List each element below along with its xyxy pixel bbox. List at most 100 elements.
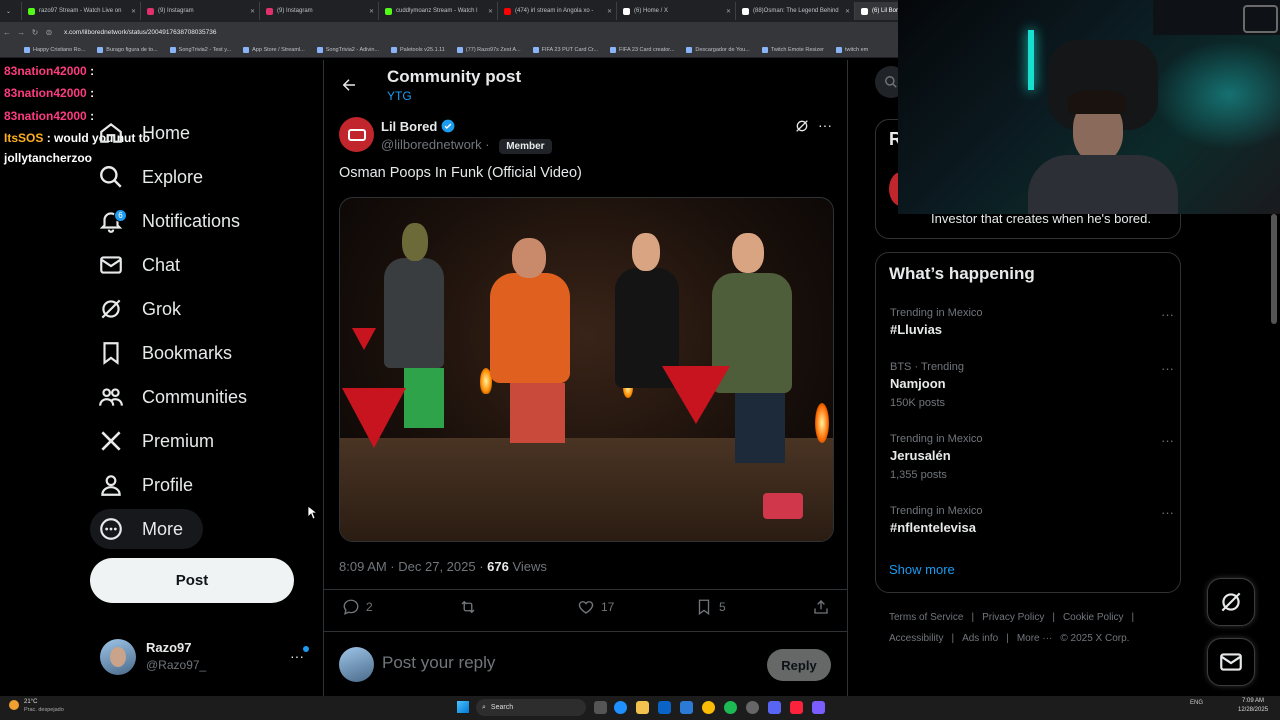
tab-close-icon[interactable]: ✕ [369, 8, 374, 15]
browser-tab[interactable]: (474) irl stream in Angola xo - ✕ [498, 2, 617, 20]
post-more-icon[interactable]: ··· [818, 117, 832, 133]
bookmark-item[interactable]: SongTrivia2 - Test y... [169, 46, 231, 53]
browser-tab[interactable]: (88)Osman: The Legend Behind ✕ [736, 2, 855, 20]
sidebar-item-profile[interactable]: Profile [98, 465, 193, 505]
bookmark-item[interactable]: Twitch Emote Resizer [761, 46, 824, 53]
trend-count: 150K posts [890, 397, 946, 409]
messages-floating-button[interactable] [1207, 638, 1255, 686]
community-link[interactable]: YTG [387, 89, 412, 103]
bookmark-item[interactable]: FIFA 23 Card creator... [610, 46, 674, 53]
scrollbar-thumb[interactable] [1271, 214, 1277, 324]
chrome-icon[interactable] [702, 701, 715, 714]
bookmark-item[interactable]: Paletools v25.1.11 [391, 46, 445, 53]
post-time[interactable]: 8:09 AM · Dec 27, 2025 · [339, 559, 487, 574]
author-name[interactable]: Lil Bored [381, 119, 437, 134]
sidebar-item-home[interactable]: Home [98, 113, 190, 153]
reload-icon[interactable]: ↻ [28, 28, 42, 37]
browser-tab[interactable]: cuddlymoanz Stream - Watch l ✕ [379, 2, 498, 20]
grok-floating-button[interactable] [1207, 578, 1255, 626]
trend-more-icon[interactable]: ··· [1161, 307, 1174, 322]
obs-icon[interactable] [746, 701, 759, 714]
sidebar-item-communities[interactable]: Communities [98, 377, 247, 417]
tab-search-button[interactable]: ⌄ [0, 2, 22, 20]
taskbar-search[interactable]: ⌕ Search [476, 699, 586, 716]
footer-link[interactable]: Accessibility [889, 633, 943, 644]
trend-item[interactable]: BTS · Trending Namjoon 150K posts ··· [890, 361, 1174, 409]
file-explorer-icon[interactable] [636, 701, 649, 714]
task-view-icon[interactable] [594, 701, 607, 714]
bookmark-favicon-icon [610, 46, 617, 53]
bookmark-item[interactable]: FIFA 23 PUT Card Cr... [532, 46, 598, 53]
sidebar-item-notifications[interactable]: 6 Notifications [98, 201, 240, 241]
grok-icon[interactable] [794, 118, 810, 134]
reply-input[interactable]: Post your reply [382, 653, 495, 673]
post-video[interactable] [339, 197, 834, 542]
store-icon[interactable] [658, 701, 671, 714]
post-button[interactable]: Post [90, 558, 294, 603]
trend-more-icon[interactable]: ··· [1161, 505, 1174, 520]
spotify-icon[interactable] [724, 701, 737, 714]
home-icon [98, 120, 124, 146]
app-icon[interactable] [812, 701, 825, 714]
like-action[interactable]: 17 [577, 598, 614, 616]
bookmark-item[interactable]: Happy Cristiano Ro... [24, 46, 85, 53]
sidebar-item-grok[interactable]: Grok [98, 289, 181, 329]
tab-close-icon[interactable]: ✕ [607, 8, 612, 15]
browser-tab[interactable]: (6) Home / X ✕ [617, 2, 736, 20]
share-action[interactable] [812, 598, 830, 616]
sidebar-item-chat[interactable]: Chat [98, 245, 180, 285]
footer-link[interactable]: Privacy Policy [982, 612, 1044, 623]
footer-link[interactable]: Ads info [962, 633, 998, 644]
sidebar-item-explore[interactable]: Explore [98, 157, 203, 197]
sidebar-item-premium[interactable]: Premium [98, 421, 214, 461]
forward-arrow-icon[interactable]: → [14, 28, 28, 37]
bookmark-item[interactable]: Descargador de You... [686, 46, 750, 53]
language-indicator[interactable]: ENG [1190, 700, 1203, 706]
footer-link[interactable]: Cookie Policy [1063, 612, 1124, 623]
reply-action[interactable]: 2 [342, 598, 373, 616]
back-arrow-icon[interactable] [340, 76, 358, 94]
chat-username: 83nation42000 [4, 64, 87, 78]
site-info-icon[interactable]: ⊜ [42, 28, 56, 37]
trend-item[interactable]: Trending in Mexico #nflentelevisa ··· [890, 505, 1174, 535]
clock-time[interactable]: 7:09 AM [1242, 698, 1264, 704]
account-menu-icon[interactable]: ··· [290, 648, 304, 664]
trend-more-icon[interactable]: ··· [1161, 361, 1174, 376]
bookmark-item[interactable]: Burago figura de to... [97, 46, 158, 53]
url-field[interactable]: x.com/lilborednetwork/status/20049176387… [64, 29, 217, 36]
bookmark-item[interactable]: SongTrivia2 - Adivin... [316, 46, 379, 53]
repost-action[interactable] [459, 598, 477, 616]
avatar[interactable] [100, 639, 136, 675]
tab-close-icon[interactable]: ✕ [845, 8, 850, 15]
browser-tab[interactable]: (9) Instagram ✕ [141, 2, 260, 20]
footer-link[interactable]: More ··· [1017, 633, 1053, 644]
trend-more-icon[interactable]: ··· [1161, 433, 1174, 448]
bookmark-favicon-icon [243, 46, 250, 53]
trend-item[interactable]: Trending in Mexico #Lluvias ··· [890, 307, 1174, 337]
browser-tab[interactable]: (9) Instagram ✕ [260, 2, 379, 20]
tab-close-icon[interactable]: ✕ [726, 8, 731, 15]
tab-close-icon[interactable]: ✕ [250, 8, 255, 15]
music-icon[interactable] [790, 701, 803, 714]
bookmark-action[interactable]: 5 [695, 598, 726, 616]
show-more-link[interactable]: Show more [889, 562, 955, 577]
sidebar-item-more[interactable]: More [90, 509, 204, 549]
tab-close-icon[interactable]: ✕ [488, 8, 493, 15]
tab-close-icon[interactable]: ✕ [131, 8, 136, 15]
bookmark-item[interactable]: App Store / Streaml... [243, 46, 305, 53]
author-avatar[interactable] [339, 117, 374, 152]
sidebar-item-bookmarks[interactable]: Bookmarks [98, 333, 232, 373]
weather-temp[interactable]: 21°C [24, 699, 37, 705]
author-handle[interactable]: @lilborednetwork [381, 137, 482, 152]
trend-item[interactable]: Trending in Mexico Jerusalén 1,355 posts ··… [890, 433, 1174, 481]
mail-app-icon[interactable] [680, 701, 693, 714]
discord-icon[interactable] [768, 701, 781, 714]
footer-link[interactable]: Terms of Service [889, 612, 963, 623]
start-icon[interactable] [457, 701, 469, 713]
reply-button[interactable]: Reply [767, 649, 831, 681]
bookmark-item[interactable]: (77) Razo97s Zest A... [456, 46, 521, 53]
bookmark-item[interactable]: twitch em [836, 46, 868, 53]
back-arrow-icon[interactable]: ← [0, 28, 14, 37]
edge-icon[interactable] [614, 701, 627, 714]
browser-tab[interactable]: razo97 Stream - Watch Live on ✕ [22, 2, 141, 20]
